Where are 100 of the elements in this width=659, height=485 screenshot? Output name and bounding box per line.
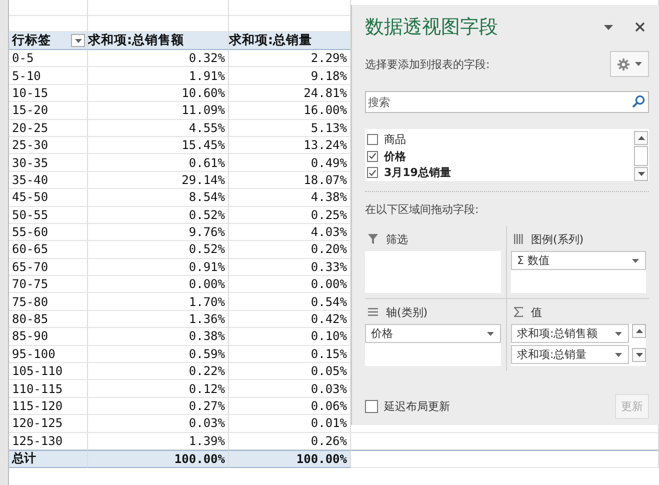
checkbox[interactable] <box>367 167 378 178</box>
field-label: 3月19总销量 <box>384 165 451 180</box>
table-cell: 16.00% <box>304 103 347 118</box>
field-chip[interactable]: 求和项:总销量 <box>511 345 629 364</box>
table-cell: 24.81% <box>304 86 347 100</box>
table-cell: 0.20% <box>310 242 347 256</box>
pane-title: 数据透视图字段 <box>365 15 499 40</box>
close-icon <box>635 22 645 32</box>
table-cell: 0.26% <box>310 434 347 448</box>
table-cell: 13.24% <box>304 138 347 152</box>
column-header: 求和项:总销售额 <box>88 32 184 49</box>
row-label: 115-120 <box>12 399 63 413</box>
filter-dropdown-button[interactable] <box>71 34 85 47</box>
field-label: 价格 <box>384 148 406 164</box>
table-cell: 2.29% <box>310 51 347 66</box>
caret-icon <box>635 62 642 66</box>
table-cell: 0.06% <box>310 399 347 413</box>
filter-icon <box>368 234 378 244</box>
area-label: 筛选 <box>386 232 408 246</box>
drop-zone[interactable]: 价格 <box>365 324 501 366</box>
table-cell: 0.91% <box>188 260 225 274</box>
row-label: 55-60 <box>12 225 48 240</box>
table-cell: 1.36% <box>188 312 225 326</box>
table-cell: 0.12% <box>188 382 225 396</box>
total-label: 总计 <box>12 450 36 467</box>
caret-icon <box>615 352 622 356</box>
table-cell: 18.07% <box>304 172 347 187</box>
table-cell: 0.38% <box>188 329 225 344</box>
table-cell: 0.00% <box>188 277 225 292</box>
checkbox[interactable] <box>367 150 378 162</box>
caret-icon <box>604 24 613 30</box>
columns-icon <box>514 234 523 244</box>
settings-icon <box>617 58 630 70</box>
row-label: 25-30 <box>12 138 48 152</box>
table-cell: 0.03% <box>188 416 225 430</box>
field-chip[interactable]: 价格 <box>365 324 501 343</box>
instruction-text: 在以下区域间拖动字段: <box>365 202 480 217</box>
row-label: 65-70 <box>12 260 48 274</box>
caret-icon <box>487 332 494 336</box>
sigma-icon <box>514 307 523 317</box>
instruction-text: 选择要添加到报表的字段: <box>365 56 490 72</box>
table-cell: 0.42% <box>310 312 347 326</box>
field-chip[interactable]: 求和项:总销售额 <box>511 324 629 343</box>
caret-up-icon <box>638 136 644 140</box>
row-label: 15-20 <box>12 103 48 118</box>
rows-icon <box>368 308 378 316</box>
search-icon <box>632 95 645 108</box>
table-cell: 0.54% <box>310 294 347 309</box>
checkbox[interactable] <box>365 400 378 413</box>
settings-button[interactable] <box>610 51 649 77</box>
row-label: 125-130 <box>12 434 63 448</box>
table-cell: 8.54% <box>188 190 225 204</box>
total-cell: 100.00% <box>174 452 225 466</box>
checkbox-label: 延迟布局更新 <box>384 399 451 414</box>
table-cell: 0.00% <box>310 277 347 292</box>
caret-icon <box>632 258 639 262</box>
row-label: 105-110 <box>12 364 63 378</box>
table-cell: 0.61% <box>188 156 225 170</box>
table-cell: 0.52% <box>188 208 225 222</box>
table-cell: 0.15% <box>310 346 347 361</box>
row-label: 60-65 <box>12 242 48 256</box>
checkbox[interactable] <box>367 134 378 145</box>
table-cell: 0.32% <box>188 51 225 66</box>
row-label: 95-100 <box>12 346 56 361</box>
caret-icon <box>74 38 82 42</box>
field-chip[interactable]: Σ 数值 <box>511 251 646 270</box>
table-cell: 0.27% <box>188 399 225 413</box>
table-cell: 0.05% <box>310 364 347 378</box>
area-label: 图例(系列) <box>531 232 584 246</box>
column-header: 求和项:总销量 <box>229 32 312 49</box>
caret-icon <box>636 353 642 357</box>
table-cell: 4.55% <box>188 120 225 135</box>
row-label: 20-25 <box>12 120 48 135</box>
row-label: 80-85 <box>12 312 48 326</box>
row-label: 10-15 <box>12 86 48 100</box>
table-cell: 0.59% <box>188 346 225 361</box>
table-cell: 0.25% <box>310 208 347 222</box>
table-cell: 9.18% <box>310 68 347 83</box>
row-label: 0-5 <box>12 51 34 66</box>
table-cell: 0.01% <box>310 416 347 430</box>
table-cell: 0.03% <box>310 382 347 396</box>
row-label: 5-10 <box>12 68 41 83</box>
table-cell: 1.91% <box>188 68 225 83</box>
caret-up-icon <box>636 329 642 333</box>
row-label: 45-50 <box>12 190 48 204</box>
drop-zone[interactable]: 求和项:总销售额 求和项:总销量 <box>511 324 646 366</box>
table-cell: 10.60% <box>182 86 225 100</box>
table-cell: 0.52% <box>188 242 225 256</box>
row-label: 50-55 <box>12 208 48 222</box>
column-header: 行标签 <box>12 32 51 49</box>
drop-zone[interactable]: Σ 数值 <box>511 251 646 293</box>
table-cell: 11.09% <box>182 103 225 118</box>
table-cell: 4.38% <box>310 190 347 204</box>
scrollbar[interactable] <box>634 131 648 181</box>
row-label: 110-115 <box>12 382 63 396</box>
scrollbar[interactable] <box>632 324 646 362</box>
table-cell: 29.14% <box>182 172 225 187</box>
row-label: 75-80 <box>12 294 48 309</box>
search-field[interactable]: 搜索 <box>365 91 649 113</box>
total-cell: 100.00% <box>296 452 347 466</box>
